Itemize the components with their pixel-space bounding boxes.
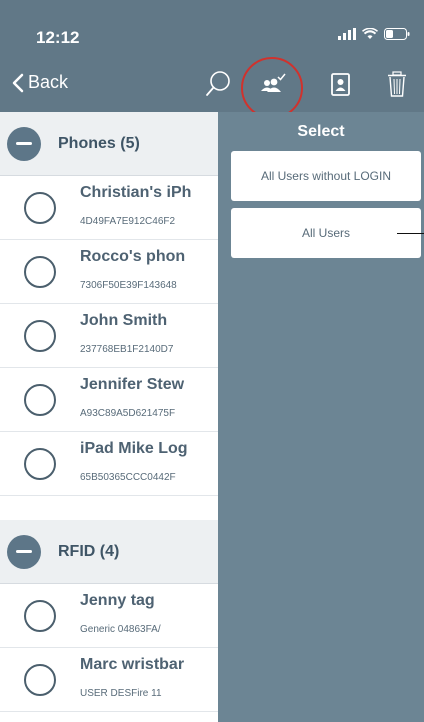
item-name: iPad Mike Log xyxy=(80,440,188,457)
delete-button[interactable] xyxy=(379,66,415,102)
item-id: 7306F50E39F143648 xyxy=(80,280,177,291)
highlight-circle xyxy=(241,57,303,119)
wifi-icon xyxy=(362,28,378,39)
search-button[interactable] xyxy=(200,66,236,102)
item-id: 65B50365CCC0442F xyxy=(80,472,176,483)
battery-icon xyxy=(384,28,410,40)
radio-button[interactable] xyxy=(24,448,56,480)
radio-button[interactable] xyxy=(24,256,56,288)
search-icon xyxy=(206,71,230,96)
item-id: A93C89A5D621475F xyxy=(80,408,176,419)
item-name: Rocco's phon xyxy=(80,248,186,265)
radio-button[interactable] xyxy=(24,384,56,416)
collapse-icon[interactable] xyxy=(7,126,41,161)
section-title: Phones (5) xyxy=(58,134,140,152)
contact-card-icon xyxy=(331,73,350,96)
status-icons xyxy=(338,28,410,40)
select-panel: Select All Users without LOGIN All Users xyxy=(218,112,424,722)
contact-card-button[interactable] xyxy=(322,66,358,102)
panel-title: Select xyxy=(297,123,345,140)
item-id: 237768EB1F2140D7 xyxy=(80,344,174,355)
all-users-button[interactable]: All Users xyxy=(231,208,421,258)
radio-button[interactable] xyxy=(24,320,56,352)
collapse-icon[interactable] xyxy=(7,534,41,569)
item-id: 4D49FA7E912C46F2 xyxy=(80,216,176,227)
radio-button[interactable] xyxy=(24,600,56,632)
pointer-line xyxy=(397,233,424,234)
trash-icon xyxy=(388,71,406,97)
navigation-bar: 12:12 Back xyxy=(0,0,424,112)
item-name: Christian's iPh xyxy=(80,184,192,201)
status-time: 12:12 xyxy=(36,28,80,47)
item-id: Generic 04863FA/ xyxy=(80,624,161,635)
all-users-without-login-button[interactable]: All Users without LOGIN xyxy=(231,151,421,201)
toolbar xyxy=(0,66,424,102)
radio-button[interactable] xyxy=(24,664,56,696)
item-name: Jenny tag xyxy=(80,592,155,609)
item-name: Marc wristbar xyxy=(80,656,185,673)
item-name: Jennifer Stew xyxy=(80,376,185,393)
signal-icon xyxy=(338,28,356,40)
item-name: John Smith xyxy=(80,312,168,329)
radio-button[interactable] xyxy=(24,192,56,224)
section-title: RFID (4) xyxy=(58,542,120,560)
item-id: USER DESFire 11 xyxy=(80,688,162,699)
